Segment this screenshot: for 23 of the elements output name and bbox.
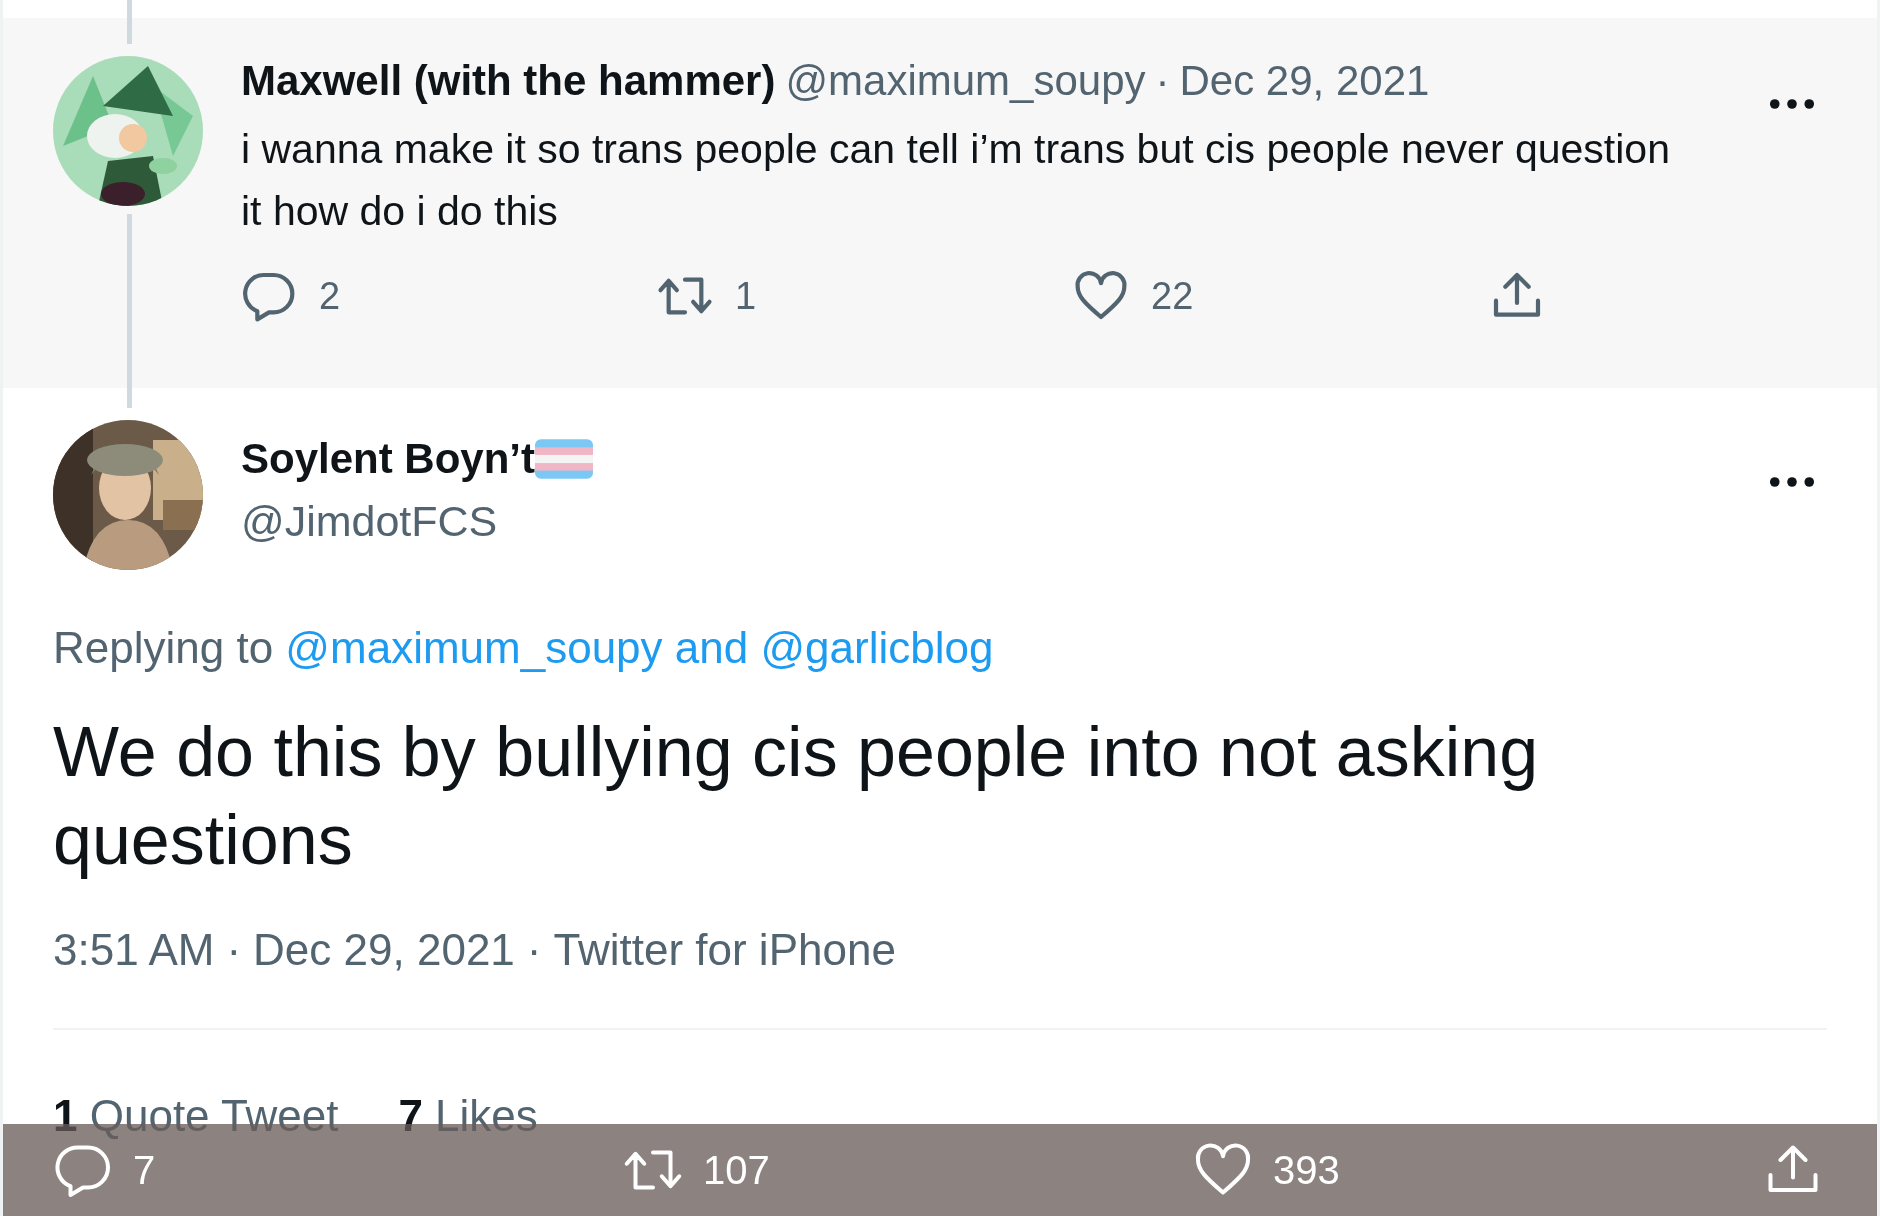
tweet-text: i wanna make it so trans people can tell i’m trans but cis people never question it how do i do this bbox=[241, 125, 1671, 236]
flag-icon bbox=[535, 439, 594, 479]
separator-dot: · bbox=[226, 924, 242, 976]
action-count: 7 bbox=[133, 1147, 156, 1193]
tweet-date[interactable]: Dec 29, 2021 bbox=[1179, 56, 1430, 106]
tweet-time[interactable]: 3:51 AM bbox=[53, 924, 215, 976]
separator-dot: · bbox=[526, 924, 542, 976]
display-name[interactable]: Soylent Boyn’t bbox=[241, 434, 536, 484]
user-handle[interactable]: @JimdotFCS bbox=[241, 496, 594, 546]
more-icon[interactable] bbox=[1769, 98, 1815, 110]
action-count: 2 bbox=[319, 274, 341, 318]
tweet-date[interactable]: Dec 29, 2021 bbox=[253, 924, 515, 976]
replying-to-text: Replying to @maximum_soupy and @garlicblog bbox=[53, 622, 995, 674]
more-icon[interactable] bbox=[1769, 476, 1815, 488]
separator-dot: · bbox=[1155, 56, 1170, 106]
user-handle[interactable]: @maximum_soupy bbox=[785, 56, 1146, 106]
tweet-text: We do this by bullying cis people into not asking questions bbox=[53, 712, 1540, 881]
display-name[interactable]: Maxwell (with the hammer) bbox=[241, 56, 776, 106]
action-count: 1 bbox=[735, 274, 757, 318]
action-count: 107 bbox=[703, 1147, 770, 1193]
tweet-source[interactable]: Twitter for iPhone bbox=[553, 924, 896, 976]
action-count: 393 bbox=[1273, 1147, 1340, 1193]
action-count: 22 bbox=[1151, 274, 1194, 318]
